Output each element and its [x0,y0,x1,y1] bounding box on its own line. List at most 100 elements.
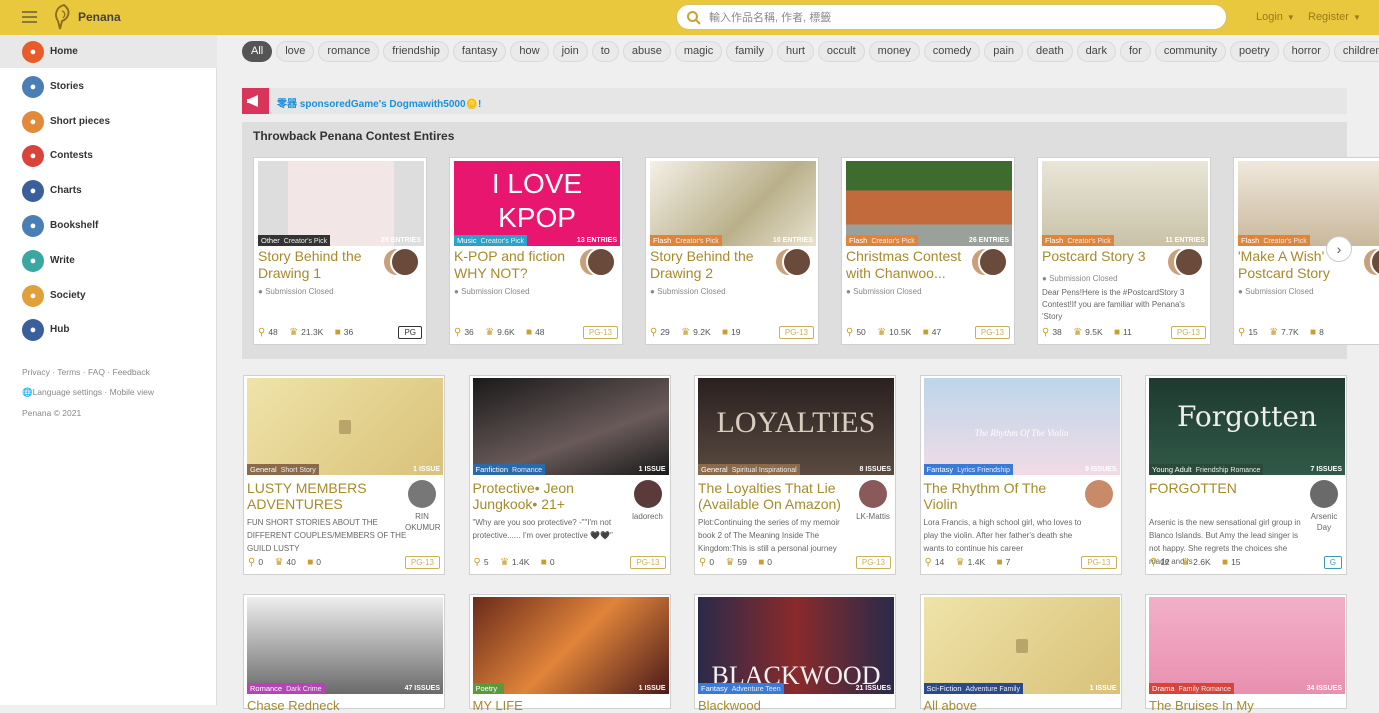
tag-fantasy[interactable]: fantasy [452,41,507,62]
tag-family[interactable]: family [726,41,773,62]
contest-title[interactable]: Story Behind the Drawing 1 [258,248,378,282]
story-card[interactable]: Drama Family Romance 34 ISSUES The Bruise… [1145,594,1347,713]
story-card[interactable]: Forgotten Young Adult Friendship Romance … [1145,375,1347,575]
story-title[interactable]: Protective• Jeon Jungkook• 21+ [473,480,633,512]
author-name[interactable]: Arsenic Day [1307,511,1341,533]
story-thumbnail[interactable]: Romance Dark Crime 47 ISSUES [247,597,443,694]
tag-occult[interactable]: occult [817,41,865,62]
search-icon[interactable] [686,10,702,26]
story-thumbnail[interactable]: Forgotten Young Adult Friendship Romance … [1149,378,1345,475]
tag-All[interactable]: All [242,41,273,62]
author[interactable]: RIN OKUMUR [405,480,441,533]
contest-thumbnail[interactable]: Other Creator's Pick 25 ENTRIES [258,161,424,246]
footer-links[interactable]: Privacy · Terms · FAQ · Feedback [22,367,150,377]
tag-friendship[interactable]: friendship [383,41,449,62]
contest-thumbnail[interactable]: Flash Creator's Pick [1238,161,1379,246]
avatar[interactable] [1362,247,1379,279]
story-thumbnail[interactable]: The Rhythm Of The Violin Fantasy Lyrics F… [923,378,1120,475]
sidebar-item-write[interactable]: ● Write [0,244,217,277]
story-card[interactable]: General Short Story 1 ISSUE LUSTY MEMBERS… [243,375,445,575]
story-card[interactable]: Romance Dark Crime 47 ISSUES Chase Rednec… [243,594,445,713]
next-arrow-icon[interactable]: › [1326,236,1352,262]
contest-card[interactable]: Flash Creator's Pick 11 ENTRIES Postcard … [1037,157,1211,345]
search-bar[interactable] [676,4,1227,30]
story-title[interactable]: Chase Redneck [247,698,340,713]
tag-how[interactable]: how [510,41,549,62]
brand-name[interactable]: Penana [78,10,121,24]
tag-hurt[interactable]: hurt [776,41,814,62]
search-input[interactable] [709,9,1209,27]
sidebar-item-bookshelf[interactable]: ● Bookshelf [0,209,217,242]
tag-join[interactable]: join [552,41,588,62]
avatar[interactable] [774,247,812,279]
sidebar-item-charts[interactable]: ● Charts [0,174,217,207]
story-card[interactable]: LOYALTIES General Spiritual Inspirational… [694,375,896,575]
avatar[interactable] [1084,480,1113,508]
contest-thumbnail[interactable]: Flash Creator's Pick 10 ENTRIES [650,161,816,246]
avatar[interactable] [970,247,1008,279]
avatar[interactable] [1310,480,1338,508]
sidebar-item-contests[interactable]: ● Contests [0,139,217,172]
avatar[interactable] [382,247,420,279]
contest-thumbnail[interactable]: Flash Creator's Pick 26 ENTRIES [846,161,1012,246]
tag-death[interactable]: death [1027,41,1073,62]
author-name[interactable]: ladorech [631,511,665,522]
sidebar-item-hub[interactable]: ● Hub [0,313,217,346]
story-title[interactable]: All above [924,698,977,713]
author-name[interactable]: LK-Mattis [856,511,890,522]
story-title[interactable]: MY LIFE [473,698,523,713]
sidebar-item-short-pieces[interactable]: ● Short pieces [0,105,217,138]
contest-title[interactable]: K-POP and fiction WHY NOT? [454,248,574,282]
avatar[interactable] [633,480,662,508]
language-settings[interactable]: 🌐Language settings · Mobile view [22,387,154,398]
author[interactable]: ladorech [631,480,665,522]
story-title[interactable]: The Loyalties That Lie (Available On Ama… [698,480,858,512]
sidebar-item-home[interactable]: ● Home [0,35,217,68]
author[interactable]: LK-Mattis [856,480,890,522]
story-title[interactable]: The Rhythm Of The Violin [924,480,1084,512]
tag-comedy[interactable]: comedy [923,41,981,62]
sidebar-item-stories[interactable]: ● Stories [0,70,217,103]
contest-card[interactable]: I LOVE KPOP Music Creator's Pick 13 ENTRI… [449,157,623,345]
tag-romance[interactable]: romance [318,41,380,62]
tag-magic[interactable]: magic [674,41,723,62]
avatar[interactable] [578,247,616,279]
tag-abuse[interactable]: abuse [622,41,671,62]
story-title[interactable]: LUSTY MEMBERS ADVENTURES [247,480,407,512]
author[interactable] [1082,480,1116,511]
story-thumbnail[interactable]: Sci-Fiction Adventure Family 1 ISSUE [923,597,1120,694]
story-thumbnail[interactable]: General Short Story 1 ISSUE [247,378,443,475]
register-button[interactable]: Register ▼ [1308,11,1361,23]
author-name[interactable]: RIN OKUMUR [405,511,441,533]
sponsor-banner[interactable]: 零器 sponsoredGame's Dogmawith5000🪙! [242,88,1347,114]
story-card[interactable]: The Rhythm Of The Violin Fantasy Lyrics F… [919,375,1122,575]
sponsor-text[interactable]: 零器 sponsoredGame's Dogmawith5000🪙! [277,95,481,110]
tag-dark[interactable]: dark [1076,41,1116,62]
login-button[interactable]: Login ▼ [1256,11,1295,23]
sidebar-item-society[interactable]: ● Society [0,279,217,312]
contest-card[interactable]: Flash Creator's Pick 10 ENTRIES Story Beh… [645,157,819,345]
author[interactable]: Arsenic Day [1307,480,1341,533]
story-thumbnail[interactable]: BLACKWOOD Fantasy Adventure Teen 21 ISSUE… [698,597,894,694]
contest-title[interactable]: Story Behind the Drawing 2 [650,248,770,282]
story-card[interactable]: BLACKWOOD Fantasy Adventure Teen 21 ISSUE… [694,594,896,713]
contest-thumbnail[interactable]: I LOVE KPOP Music Creator's Pick 13 ENTRI… [454,161,620,246]
menu-icon[interactable] [22,11,37,23]
avatar[interactable] [859,480,887,508]
tag-poetry[interactable]: poetry [1230,41,1279,62]
tag-children[interactable]: children [1333,41,1379,62]
tag-love[interactable]: love [276,41,315,62]
penana-logo-icon[interactable] [52,3,76,31]
story-title[interactable]: The Bruises In My [1149,698,1254,713]
story-card[interactable]: Sci-Fiction Adventure Family 1 ISSUE All … [919,594,1122,713]
story-title[interactable]: FORGOTTEN [1149,480,1309,496]
avatar[interactable] [408,480,436,508]
story-title[interactable]: Blackwood [698,698,761,713]
story-thumbnail[interactable]: LOYALTIES General Spiritual Inspirational… [698,378,894,475]
tag-to[interactable]: to [591,41,619,62]
tag-money[interactable]: money [868,41,920,62]
tag-pain[interactable]: pain [984,41,1024,62]
avatar[interactable] [1166,247,1204,279]
contest-card[interactable]: Other Creator's Pick 25 ENTRIES Story Beh… [253,157,427,345]
contest-card[interactable]: Flash Creator's Pick 'Make A Wish' Postca… [1233,157,1379,345]
